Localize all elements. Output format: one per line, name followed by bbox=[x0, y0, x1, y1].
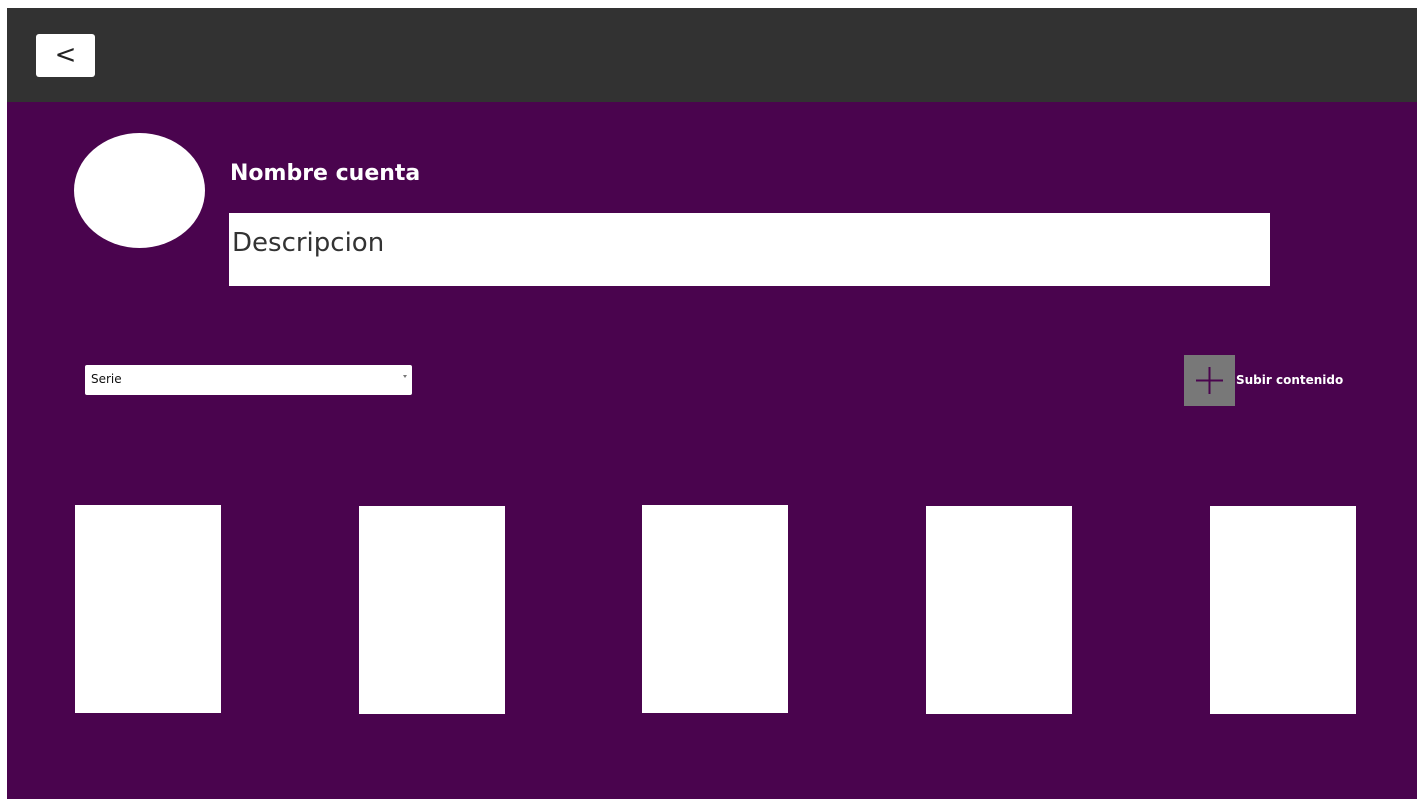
upload-content-label: Subir contenido bbox=[1236, 373, 1344, 387]
plus-icon bbox=[1184, 355, 1235, 406]
description-placeholder: Descripcion bbox=[232, 228, 385, 258]
upload-content-button[interactable]: Subir contenido bbox=[1184, 355, 1364, 406]
avatar[interactable] bbox=[74, 133, 205, 248]
content-card[interactable] bbox=[926, 506, 1072, 714]
content-card[interactable] bbox=[359, 506, 505, 714]
profile-screen: < Nombre cuenta Descripcion Serie Subir … bbox=[7, 8, 1417, 799]
description-field[interactable]: Descripcion bbox=[229, 213, 1270, 286]
chevron-down-icon bbox=[403, 375, 407, 378]
content-card[interactable] bbox=[642, 505, 788, 713]
top-bar: < bbox=[7, 8, 1417, 102]
content-card[interactable] bbox=[75, 505, 221, 713]
back-button[interactable]: < bbox=[36, 34, 95, 77]
category-selected-value: Serie bbox=[91, 372, 122, 386]
account-name: Nombre cuenta bbox=[230, 161, 421, 186]
content-card[interactable] bbox=[1210, 506, 1356, 714]
category-select[interactable]: Serie bbox=[85, 365, 412, 395]
